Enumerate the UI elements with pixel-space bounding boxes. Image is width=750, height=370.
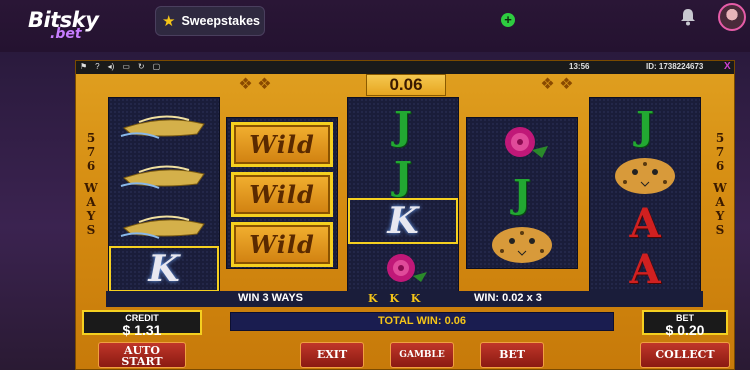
sweepstakes-button[interactable]: ★ Sweepstakes [155, 6, 265, 36]
ways-char: 6 [715, 159, 725, 173]
ways-char: Y [86, 209, 96, 223]
a-letter: A [629, 199, 661, 247]
gamble-button[interactable]: GAMBLE [390, 342, 454, 368]
ways-char: 5 [86, 131, 96, 145]
credit-value: $ 1.31 [122, 322, 162, 338]
game-clock: 13:56 [569, 62, 590, 71]
ornament-left: ❖ ❖ [238, 76, 272, 93]
a-letter: A [629, 245, 661, 293]
wild-symbol: Wild [231, 122, 333, 167]
reel-2: Wild Wild Wild [226, 117, 338, 269]
wild-text: Wild [249, 180, 315, 209]
ways-char: 7 [715, 145, 725, 159]
k-symbol-winning: K [348, 198, 458, 244]
ways-char: A [715, 195, 725, 209]
game-round-id: ID: 1738224673 [646, 62, 704, 71]
ways-char: 5 [715, 131, 725, 145]
ways-label-right: 5 7 6 W A Y S [708, 131, 732, 237]
j-letter: J [394, 102, 412, 148]
wild-symbol: Wild [231, 172, 333, 217]
k-letter: K [148, 248, 180, 290]
help-button[interactable]: ? [95, 62, 99, 71]
site-header: Bitsky .bet ★ Sweepstakes + [0, 0, 750, 52]
j-symbol: J [348, 102, 458, 148]
bitsky-logo[interactable]: Bitsky .bet [28, 6, 108, 44]
game-topbar: ⚑ ? ◂) ▭ ↻ ▢ 13:56 ID: 1738224673 X [76, 61, 734, 74]
wild-text: Wild [249, 230, 315, 259]
ways-char: S [715, 223, 725, 237]
leopard-symbol [467, 220, 577, 266]
win-calc-text: WIN: 0.02 x 3 [474, 292, 542, 304]
credit-display: CREDIT $ 1.31 [82, 310, 202, 338]
boat-symbol [109, 102, 219, 148]
total-win-display: TOTAL WIN: 0.06 [230, 312, 614, 331]
boat-symbol [109, 202, 219, 248]
ways-char: W [84, 181, 98, 195]
settings-icon[interactable]: ▭ [122, 62, 130, 71]
add-funds-plus-icon[interactable]: + [501, 13, 515, 27]
close-game-button[interactable]: X [724, 61, 731, 72]
a-symbol: A [590, 245, 700, 293]
wild-symbol: Wild [231, 222, 333, 267]
fullscreen-icon[interactable]: ▢ [153, 62, 161, 71]
ways-char: 6 [86, 159, 96, 173]
wild-text: Wild [249, 130, 315, 159]
rose-symbol [467, 120, 577, 168]
ways-label-left: 5 7 6 W A Y S [79, 131, 103, 237]
boat-symbol [109, 152, 219, 198]
ways-char: 7 [86, 145, 96, 159]
star-icon: ★ [162, 12, 176, 30]
bet-display: BET $ 0.20 [642, 310, 728, 338]
k-letter: K [387, 200, 419, 242]
j-letter: J [394, 152, 412, 198]
win-ways-text: WIN 3 WAYS [238, 292, 303, 304]
a-symbol: A [590, 199, 700, 247]
leopard-symbol [590, 150, 700, 198]
refresh-icon[interactable]: ↻ [138, 62, 145, 71]
bet-button[interactable]: BET [480, 342, 544, 368]
winning-symbols-text: K K K [368, 292, 425, 305]
win-info-bar: WIN 3 WAYS K K K WIN: 0.02 x 3 [106, 291, 703, 307]
reel-4: J [466, 117, 578, 269]
ways-char: Y [715, 209, 725, 223]
auto-start-button[interactable]: AUTO START [98, 342, 186, 368]
bet-value: $ 0.20 [665, 322, 705, 338]
collect-button[interactable]: COLLECT [640, 342, 730, 368]
ways-char: W [713, 181, 727, 195]
ornament-right: ❖ ❖ [540, 76, 574, 93]
sound-icon[interactable]: ◂) [108, 62, 115, 71]
rose-symbol [348, 248, 458, 292]
j-symbol: J [467, 170, 577, 216]
auto-start-line2: START [121, 355, 163, 368]
j-letter: J [636, 102, 654, 148]
sweepstakes-label: Sweepstakes [181, 14, 260, 28]
j-symbol: J [590, 102, 700, 148]
reel-5: J A A [589, 97, 701, 293]
exit-button[interactable]: EXIT [300, 342, 364, 368]
slot-game-frame: ⚑ ? ◂) ▭ ↻ ▢ 13:56 ID: 1738224673 X ❖ ❖ … [75, 60, 735, 370]
win-display: 0.06 [366, 74, 446, 96]
ways-char: S [86, 223, 96, 237]
reel-1: K [108, 97, 220, 293]
ways-char: A [86, 195, 96, 209]
k-symbol-winning: K [109, 246, 219, 292]
flag-icon[interactable]: ⚑ [80, 62, 87, 71]
bell-icon[interactable] [680, 8, 696, 26]
j-letter: J [513, 170, 531, 216]
j-symbol: J [348, 152, 458, 198]
logo-sub-text: .bet [50, 26, 82, 42]
user-avatar[interactable] [718, 3, 746, 31]
reel-3: J J K [347, 97, 459, 293]
